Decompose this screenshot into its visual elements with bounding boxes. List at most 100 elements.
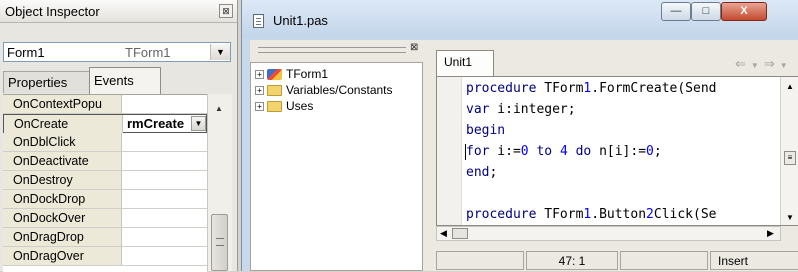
expand-icon[interactable]: +	[255, 102, 264, 112]
tree-node-tform1[interactable]: + TForm1	[255, 67, 328, 81]
forward-arrow-icon[interactable]: ⇒	[764, 56, 780, 71]
code-text: TForm1.FormCreate(Send	[536, 81, 717, 96]
code-line: begin	[466, 123, 505, 139]
minimize-button[interactable]: —	[661, 2, 691, 21]
event-name: OnDblClick	[3, 133, 122, 151]
scrollbar-thumb[interactable]: ≡	[784, 151, 796, 165]
event-name: OnContextPopu	[3, 95, 122, 113]
insert-mode: Insert	[710, 251, 798, 270]
event-name: OnDockDrop	[3, 190, 122, 208]
editor-gutter	[437, 77, 462, 225]
code-text: TForm1.Button2Click(Se	[536, 207, 717, 222]
editor-window: Unit1.pas — □ X ⊠ + TForm1 + Variables/Con…	[241, 0, 798, 271]
scroll-up-arrow-icon[interactable]: ▲	[786, 82, 794, 91]
event-value[interactable]	[124, 209, 207, 227]
event-value[interactable]	[124, 228, 207, 246]
scroll-up-arrow-icon[interactable]: ▲	[215, 104, 223, 113]
code-keyword: for	[466, 144, 490, 159]
chevron-down-icon[interactable]: ▼	[751, 61, 764, 70]
code-line: procedure TForm1.Button2Click(Se	[466, 207, 717, 223]
chevron-down-icon[interactable]: ▼	[210, 44, 230, 60]
window-title: Unit1.pas	[273, 13, 328, 28]
tree-node-variables[interactable]: + Variables/Constants	[255, 83, 393, 97]
folder-icon	[267, 85, 282, 97]
code-keyword: end	[466, 165, 490, 180]
back-arrow-icon[interactable]: ⇐	[735, 56, 751, 71]
scroll-right-arrow-icon[interactable]: ▶	[767, 228, 774, 239]
editor-titlebar: Unit1.pas — □ X	[242, 0, 798, 38]
event-name: OnDragDrop	[3, 228, 122, 246]
scrollbar-thumb[interactable]	[211, 214, 228, 271]
event-row[interactable]: OnDockDrop	[3, 190, 207, 209]
event-name: OnDestroy	[3, 171, 122, 189]
expand-icon[interactable]: +	[255, 70, 264, 80]
chevron-down-icon[interactable]: ▼	[191, 116, 206, 131]
inspector-scrollbar[interactable]: ▲	[207, 94, 232, 271]
event-name: OnDeactivate	[3, 152, 122, 170]
component-selector[interactable]: Form1 TForm1 ▼	[3, 42, 231, 62]
tree-node-label: Uses	[286, 99, 314, 113]
scroll-left-arrow-icon[interactable]: ◀	[440, 228, 447, 239]
event-name: OnCreate	[4, 115, 123, 133]
code-keyword: procedure	[466, 81, 537, 96]
navigation-arrows: ⇐▼⇒▼	[735, 56, 793, 72]
cursor-position: 47: 1	[526, 251, 618, 270]
tree-node-label: TForm1	[286, 67, 328, 81]
code-keyword: var	[466, 102, 490, 117]
event-row[interactable]: OnDestroy	[3, 171, 207, 190]
editor-body: ⊠ + TForm1 + Variables/Constants + Uses Uni…	[250, 40, 798, 271]
tab-events[interactable]: Events	[89, 67, 161, 94]
event-row-selected[interactable]: OnCreate rmCreate ▼	[3, 114, 207, 133]
events-grid: OnContextPopu OnCreate rmCreate ▼ OnDblC…	[3, 94, 207, 272]
expand-icon[interactable]: +	[255, 86, 264, 96]
component-class: TForm1	[125, 45, 171, 60]
component-icon	[267, 69, 282, 81]
code-vertical-scrollbar[interactable]: ▲ ≡ ▼	[780, 77, 798, 225]
object-inspector-title: Object Inspector	[5, 4, 100, 19]
code-line: var i:integer;	[466, 102, 576, 118]
close-icon[interactable]: ⊠	[410, 42, 418, 53]
close-button[interactable]: X	[721, 2, 767, 21]
event-value[interactable]	[124, 133, 207, 151]
tab-unit1[interactable]: Unit1	[436, 50, 494, 76]
component-name: Form1	[7, 45, 45, 60]
code-keyword: procedure	[466, 207, 537, 222]
chevron-down-icon[interactable]: ▼	[780, 61, 793, 70]
status-cell	[620, 251, 708, 270]
event-row[interactable]: OnDeactivate	[3, 152, 207, 171]
code-explorer-header: ⊠	[250, 42, 420, 57]
event-row[interactable]: OnDblClick	[3, 133, 207, 152]
event-row[interactable]: OnContextPopu	[3, 95, 207, 114]
tab-properties[interactable]: Properties	[3, 71, 91, 93]
event-row[interactable]: OnDragDrop	[3, 228, 207, 247]
event-name: OnDragOver	[3, 247, 122, 265]
event-value[interactable]	[124, 247, 207, 265]
code-line: for i:=0 to 4 do n[i]:=0;	[466, 144, 662, 160]
code-keyword: begin	[466, 123, 506, 138]
text-caret	[465, 144, 466, 160]
event-value[interactable]	[124, 190, 207, 208]
document-icon	[253, 14, 264, 28]
scrollbar-thumb[interactable]	[452, 228, 468, 239]
event-row[interactable]: OnDragOver	[3, 247, 207, 266]
event-name: OnDockOver	[3, 209, 122, 227]
close-icon[interactable]: ⊠	[219, 4, 233, 18]
code-horizontal-scrollbar[interactable]: ◀ ▶	[436, 226, 781, 241]
tree-node-uses[interactable]: + Uses	[255, 99, 313, 113]
code-line: procedure TForm1.FormCreate(Send	[466, 81, 716, 97]
code-editor[interactable]: procedure TForm1.FormCreate(Send var i:i…	[436, 76, 798, 226]
grip-icon[interactable]	[258, 47, 406, 53]
event-value[interactable]	[124, 95, 207, 113]
event-value[interactable]	[124, 171, 207, 189]
scroll-down-arrow-icon[interactable]: ▼	[786, 213, 794, 222]
status-cell	[436, 251, 524, 270]
maximize-button[interactable]: □	[691, 2, 721, 21]
editor-status-bar: 47: 1 Insert	[436, 250, 798, 271]
event-value[interactable]	[124, 152, 207, 170]
folder-icon	[267, 101, 282, 113]
event-row[interactable]: OnDockOver	[3, 209, 207, 228]
grip-icon	[216, 238, 224, 246]
code-text: i:=0 to 4 do n[i]:=0;	[489, 144, 662, 159]
object-inspector-panel: Object Inspector ⊠ Form1 TForm1 ▼ Proper…	[0, 0, 238, 272]
tree-node-label: Variables/Constants	[286, 83, 393, 97]
